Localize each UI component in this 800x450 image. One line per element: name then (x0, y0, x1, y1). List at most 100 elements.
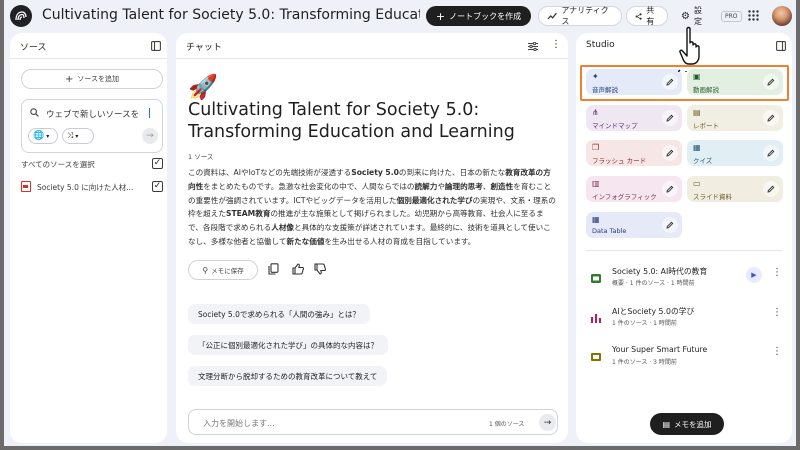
notebook-heading: Cultivating Talent for Society 5.0: Tran… (188, 100, 515, 142)
search-input[interactable]: ウェブで新しいソースを (46, 108, 139, 120)
edit-pencil-icon[interactable] (763, 110, 779, 126)
chat-input[interactable]: 入力を開始します... (203, 418, 275, 429)
thumbs-down-icon[interactable] (314, 263, 326, 275)
web-source-type-dropdown[interactable]: 🌐 ▾ (28, 128, 58, 144)
rocket-icon: 🚀 (188, 73, 218, 101)
suggested-question[interactable]: 「公正に個別最適化された学び」の具体的な内容は？ (188, 335, 388, 355)
suggested-question[interactable]: 文理分断から脱却するための教育改革について教えて (188, 366, 388, 386)
pro-badge: PRO (721, 11, 742, 22)
share-icon (635, 12, 642, 20)
note-meta: 概要 · 1 件のソース · 1 時間前 (612, 280, 695, 287)
sources-panel: ソース + ソースを追加 ウェブで新しいソースを 🌐 ▾ ⤨ ▾ → すべてのソ… (10, 33, 167, 443)
share-button[interactable]: 共有 (626, 6, 668, 26)
divider (586, 250, 782, 251)
research-mode-icon: ⤨ (67, 131, 74, 140)
studio-tile[interactable]: ▭ スライド資料 (687, 176, 783, 202)
web-source-search: ウェブで新しいソースを 🌐 ▾ ⤨ ▾ → (21, 99, 163, 153)
slides-icon: ▭ (693, 179, 701, 188)
studio-tile[interactable]: ⋔ マインドマップ (586, 105, 682, 131)
add-note-label: メモを追加 (674, 419, 712, 429)
studio-tile[interactable]: ▥ インフォグラフィック (586, 176, 682, 202)
add-source-button[interactable]: + ソースを追加 (21, 69, 163, 89)
create-notebook-button[interactable]: + ノートブックを作成 (426, 6, 531, 26)
select-all-label: すべてのソースを選択 (21, 160, 95, 169)
app-window: Cultivating Talent for Society 5.0: Tran… (4, 0, 796, 446)
play-icon[interactable]: ▶ (746, 267, 762, 283)
studio-note-item[interactable]: AIとSociety 5.0の学び 1 件のソース · 1 時間前 ⋮ (586, 304, 782, 330)
summary-segment: Society 5.0 (351, 168, 399, 177)
studio-tile-label: フラッシュ カード (592, 157, 647, 165)
note-title: Your Super Smart Future (612, 345, 708, 354)
summary-segment: STEAM教育 (225, 209, 271, 219)
summary-segment: の到来に向けた、日本の新たな (398, 168, 506, 177)
summary-segment: 新たな価値 (286, 236, 325, 246)
settings-button[interactable]: ⚙ 設定 (672, 6, 716, 26)
edit-pencil-icon[interactable] (662, 110, 678, 126)
gear-icon: ⚙ (681, 10, 690, 22)
studio-panel: Studio ✦ 音声解説 ▣ 動画解説 ⋔ マインドマップ ▤ レポート ❐ フラッシュ カード… (576, 33, 792, 443)
copy-icon[interactable] (268, 263, 279, 275)
mindmap-icon: ⋔ (592, 108, 599, 117)
edit-pencil-icon[interactable] (763, 145, 779, 161)
more-vert-icon[interactable]: ⋮ (772, 347, 782, 357)
text-caret (149, 108, 150, 118)
edit-pencil-icon[interactable] (662, 145, 678, 161)
avatar[interactable] (772, 6, 792, 26)
source-item-label: Society 5.0 に向けた人材... (37, 183, 134, 192)
source-item-checkbox[interactable]: ✓ (152, 181, 163, 192)
studio-tile[interactable]: ▦ Data Table (586, 212, 682, 238)
analytics-button[interactable]: アナリティクス (538, 6, 622, 26)
pdf-icon (21, 181, 31, 192)
thumbs-up-icon[interactable] (292, 263, 304, 275)
arrow-right-icon: → (146, 131, 154, 141)
more-vert-icon[interactable]: ⋮ (551, 40, 561, 50)
chat-header: チャット ⋮ (176, 33, 568, 59)
studio-tile[interactable]: ▦ クイズ (687, 140, 783, 166)
hand-pointer-cursor-icon (678, 26, 700, 72)
studio-tile-label: スライド資料 (693, 193, 732, 201)
notebook-title[interactable]: Cultivating Talent for Society 5.0: Tran… (42, 7, 420, 23)
video-icon (590, 269, 602, 283)
flashcard-icon: ❐ (592, 143, 600, 152)
chat-input-box[interactable]: 入力を開始します... 1 個のソース → (188, 409, 558, 435)
edit-pencil-icon[interactable] (662, 217, 678, 233)
save-to-note-button[interactable]: ⚲ メモに保存 (188, 260, 258, 280)
analytics-icon (547, 12, 557, 20)
create-notebook-label: ノートブックを作成 (449, 11, 522, 21)
studio-tile-label: インフォグラフィック (592, 193, 657, 201)
research-mode-dropdown[interactable]: ⤨ ▾ (62, 128, 94, 144)
studio-note-item[interactable]: Society 5.0: AI時代の教育 概要 · 1 件のソース · 1 時間前… (586, 264, 782, 290)
summary-segment: この資料は、AIやIoTなどの先端技術が浸透する (188, 168, 352, 177)
studio-tile[interactable]: ▤ レポート (687, 105, 783, 131)
apps-grid-icon[interactable] (748, 10, 759, 21)
suggested-question[interactable]: Society 5.0で求められる「人間の強み」とは？ (188, 304, 370, 324)
sources-header: ソース (10, 33, 167, 59)
source-item[interactable]: Society 5.0 に向けた人材... ✓ (21, 181, 163, 195)
share-label: 共有 (646, 6, 655, 26)
send-button[interactable]: → (539, 414, 556, 431)
select-all-checkbox[interactable]: ✓ (152, 158, 163, 169)
studio-title: Studio (586, 40, 615, 50)
add-note-button[interactable]: ▤ メモを追加 (650, 413, 724, 435)
more-vert-icon[interactable]: ⋮ (772, 268, 782, 278)
studio-tile-label: マインドマップ (592, 122, 638, 130)
edit-pencil-icon[interactable] (662, 181, 678, 197)
chat-title: チャット (186, 43, 222, 53)
source-count: 1 ソース (188, 153, 214, 161)
add-source-label: ソースを追加 (77, 75, 120, 83)
collapse-panel-icon[interactable] (151, 41, 161, 51)
studio-tile[interactable]: ❐ フラッシュ カード (586, 140, 682, 166)
notebooklm-logo-icon[interactable] (10, 5, 32, 27)
studio-note-item[interactable]: Your Super Smart Future 1 件のソース · 3 時間前 ⋮ (586, 343, 782, 369)
more-vert-icon[interactable]: ⋮ (772, 308, 782, 318)
globe-icon: 🌐 (33, 131, 45, 141)
plus-icon: + (435, 9, 446, 23)
select-all-row[interactable]: すべてのソースを選択 ✓ (21, 158, 163, 172)
summary-segment: を生み出せる人材の育成を目指しています。 (324, 236, 476, 246)
collapse-panel-icon[interactable] (776, 41, 786, 51)
note-icon: ▤ (662, 419, 671, 429)
summary-segment: 読解力 (414, 181, 438, 191)
submit-search-button[interactable]: → (142, 128, 158, 144)
edit-pencil-icon[interactable] (763, 181, 779, 197)
chat-settings-icon[interactable] (528, 42, 538, 51)
